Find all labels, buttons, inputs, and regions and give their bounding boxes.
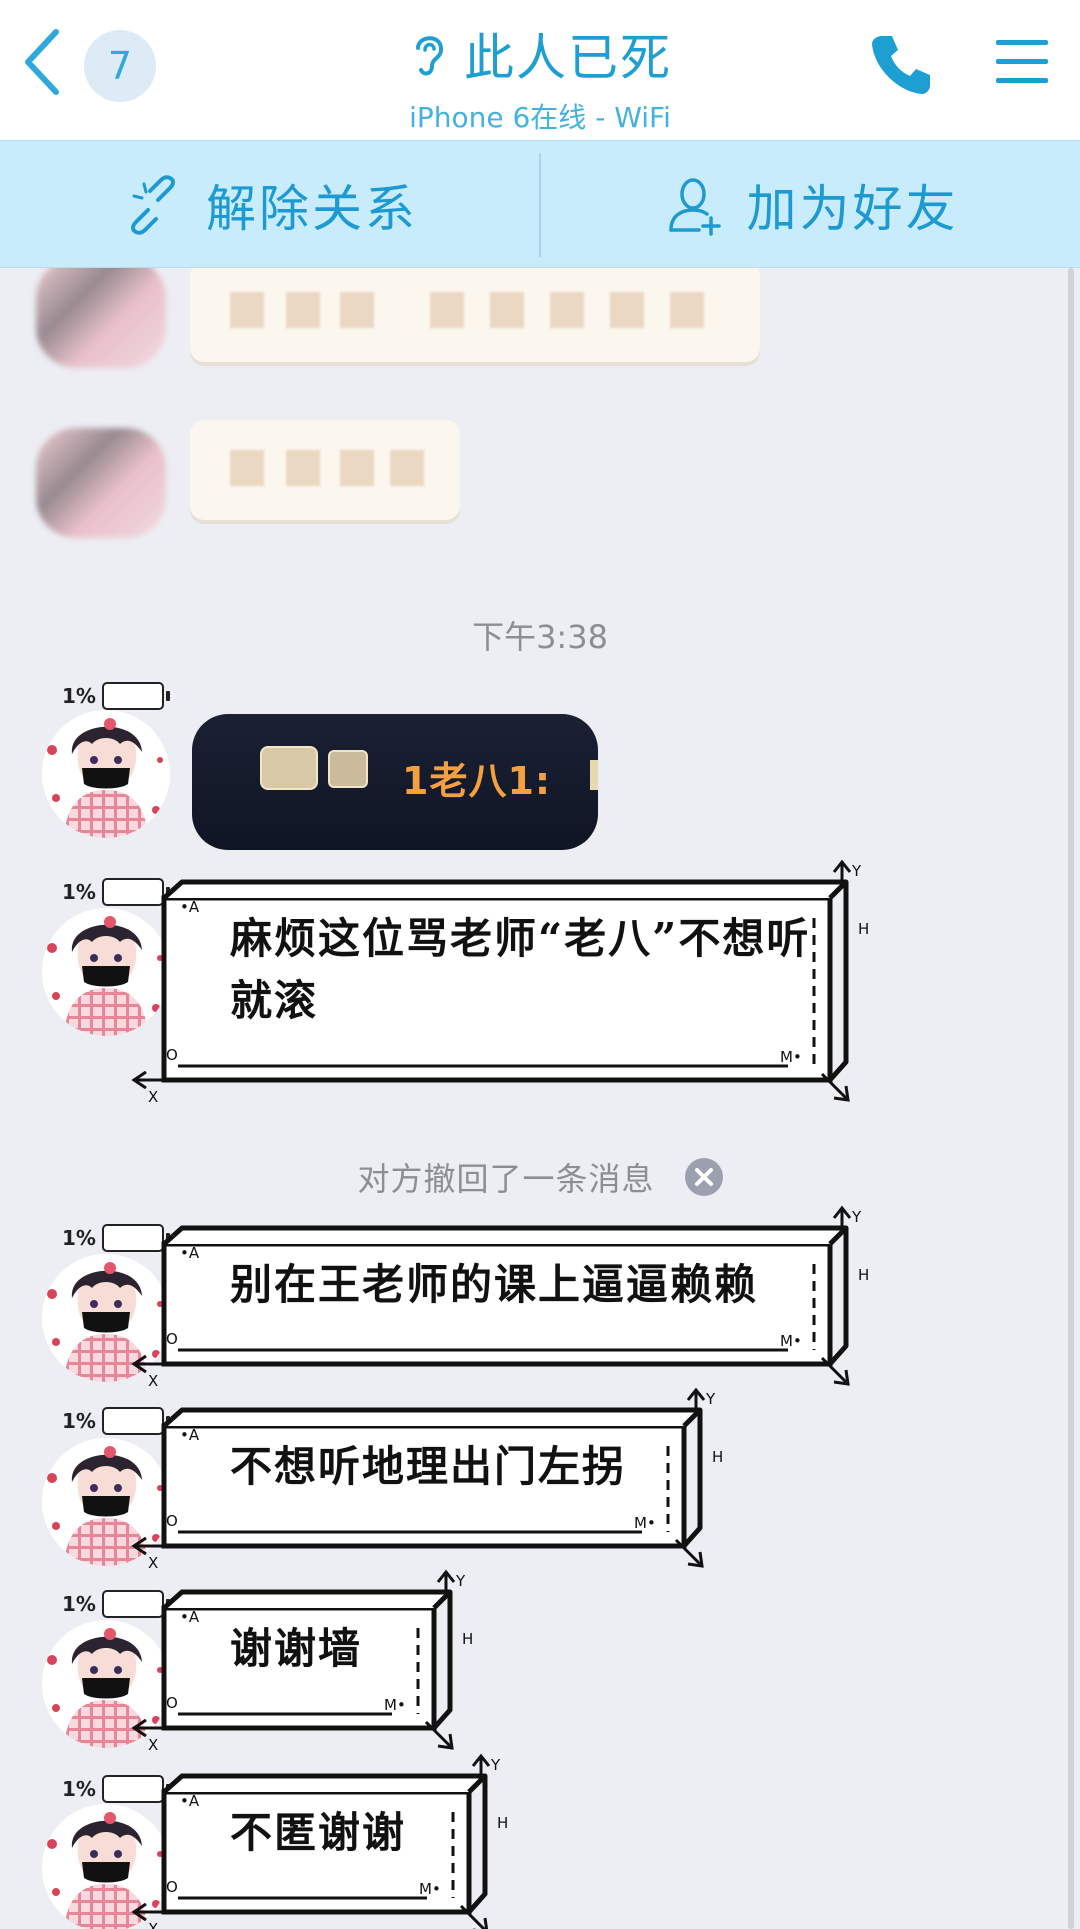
battery-badge: 1% — [62, 1773, 170, 1805]
svg-text:O: O — [166, 1330, 178, 1348]
svg-text:M•: M• — [780, 1048, 802, 1066]
battery-percent: 1% — [62, 1592, 96, 1616]
svg-text:•A: •A — [180, 1608, 200, 1626]
svg-text:H: H — [858, 920, 869, 938]
battery-icon — [101, 1590, 170, 1618]
blurred-message-bubble — [190, 268, 760, 362]
blurred-avatar — [36, 268, 166, 368]
svg-text:M•: M• — [634, 1514, 656, 1532]
svg-text:O: O — [166, 1046, 178, 1064]
message-bubble[interactable]: •A O X Y H M• 谢谢墙 — [131, 1569, 482, 1754]
message-text: 不想听地理出门左拐 — [230, 1442, 627, 1491]
battery-icon — [101, 878, 170, 906]
svg-text:Y: Y — [455, 1572, 466, 1590]
unlink-button[interactable]: 解除关系 — [0, 141, 540, 269]
message-text: 别在王老师的课上逼逼赖赖 — [230, 1260, 759, 1309]
battery-icon — [101, 1407, 170, 1435]
svg-text:Y: Y — [705, 1390, 716, 1408]
game-level-icon — [328, 750, 368, 788]
svg-text:•A: •A — [180, 898, 200, 916]
svg-text:•A: •A — [180, 1792, 200, 1810]
close-circle-icon[interactable] — [684, 1158, 723, 1196]
ear-icon — [416, 36, 444, 76]
message-text: 麻烦这位骂老师“老八”不想听就滚 — [230, 914, 811, 1025]
unread-count-badge[interactable]: 7 — [84, 30, 156, 102]
broken-link-icon — [131, 175, 175, 235]
battery-icon — [101, 1224, 170, 1252]
battery-percent: 1% — [62, 1777, 96, 1801]
call-button[interactable] — [868, 30, 936, 98]
svg-text:X: X — [148, 1554, 158, 1572]
svg-text:O: O — [166, 1878, 178, 1896]
svg-text:X: X — [148, 1736, 158, 1754]
chat-history[interactable]: 下午3:38 1% 1老八1: 1% •A O X Y H M• 麻烦这位骂老师… — [0, 268, 1080, 1929]
blurred-avatar — [36, 428, 166, 538]
message-bubble[interactable]: •A O X Y H M• 不匿谢谢 — [131, 1753, 517, 1929]
message-bubble[interactable]: •A O X Y H M• 别在王老师的课上逼逼赖赖 — [131, 1205, 878, 1390]
chat-header: 7 此人已死 iPhone 6在线 - WiFi — [0, 0, 1080, 140]
chevron-left-icon — [25, 29, 59, 95]
message-timestamp: 下午3:38 — [472, 618, 608, 656]
battery-badge: 1% — [62, 876, 170, 908]
hamburger-menu-icon — [996, 40, 1048, 83]
game-badge-icon — [260, 746, 318, 790]
svg-text:X: X — [148, 1088, 158, 1106]
battery-percent: 1% — [62, 684, 96, 708]
battery-badge: 1% — [62, 680, 170, 712]
blurred-message-bubble — [190, 420, 460, 520]
battery-badge: 1% — [62, 1222, 170, 1254]
add-friend-button[interactable]: 加为好友 — [541, 141, 1080, 269]
svg-text:•A: •A — [180, 1426, 200, 1444]
svg-text:X: X — [148, 1372, 158, 1390]
svg-text:•A: •A — [180, 1244, 200, 1262]
relationship-action-bar: 解除关系 加为好友 — [0, 140, 1080, 268]
svg-text:M•: M• — [780, 1332, 802, 1350]
phone-icon — [872, 36, 930, 94]
svg-text:O: O — [166, 1694, 178, 1712]
battery-badge: 1% — [62, 1405, 170, 1437]
message-bubble[interactable]: •A O X Y H M• 麻烦这位骂老师“老八”不想听就滚 — [131, 859, 878, 1106]
battery-percent: 1% — [62, 880, 96, 904]
avatar[interactable] — [42, 1804, 170, 1929]
online-status: iPhone 6在线 - WiFi — [409, 101, 671, 134]
chat-title-area[interactable]: 此人已死 iPhone 6在线 - WiFi — [300, 18, 780, 136]
message-bubble[interactable]: •A O X Y H M• 不想听地理出门左拐 — [131, 1387, 732, 1572]
scrollbar[interactable] — [1068, 268, 1074, 1929]
battery-icon — [101, 1775, 170, 1803]
image-message-text: 1老八1: — [402, 759, 552, 803]
image-message[interactable]: 1老八1: — [192, 714, 598, 850]
avatar[interactable] — [42, 710, 170, 838]
chat-title: 此人已死 — [464, 29, 672, 87]
svg-text:M•: M• — [384, 1696, 406, 1714]
recall-notice: 对方撤回了一条消息 — [0, 1154, 1080, 1200]
add-user-icon — [668, 178, 721, 236]
svg-text:O: O — [166, 1512, 178, 1530]
message-text: 不匿谢谢 — [230, 1808, 407, 1857]
recall-notice-text: 对方撤回了一条消息 — [357, 1160, 655, 1198]
svg-text:X: X — [148, 1920, 158, 1929]
add-friend-label: 加为好友 — [746, 180, 959, 238]
svg-text:Y: Y — [490, 1756, 501, 1774]
battery-percent: 1% — [62, 1226, 96, 1250]
avatar[interactable] — [42, 908, 170, 1036]
unlink-label: 解除关系 — [206, 180, 418, 238]
battery-badge: 1% — [62, 1588, 170, 1620]
battery-percent: 1% — [62, 1409, 96, 1433]
svg-text:M•: M• — [419, 1880, 441, 1898]
svg-text:Y: Y — [851, 1208, 862, 1226]
battery-icon — [101, 682, 170, 710]
message-text: 谢谢墙 — [230, 1624, 363, 1673]
svg-text:Y: Y — [851, 862, 862, 880]
menu-button[interactable] — [994, 34, 1050, 90]
back-button[interactable] — [14, 22, 74, 102]
